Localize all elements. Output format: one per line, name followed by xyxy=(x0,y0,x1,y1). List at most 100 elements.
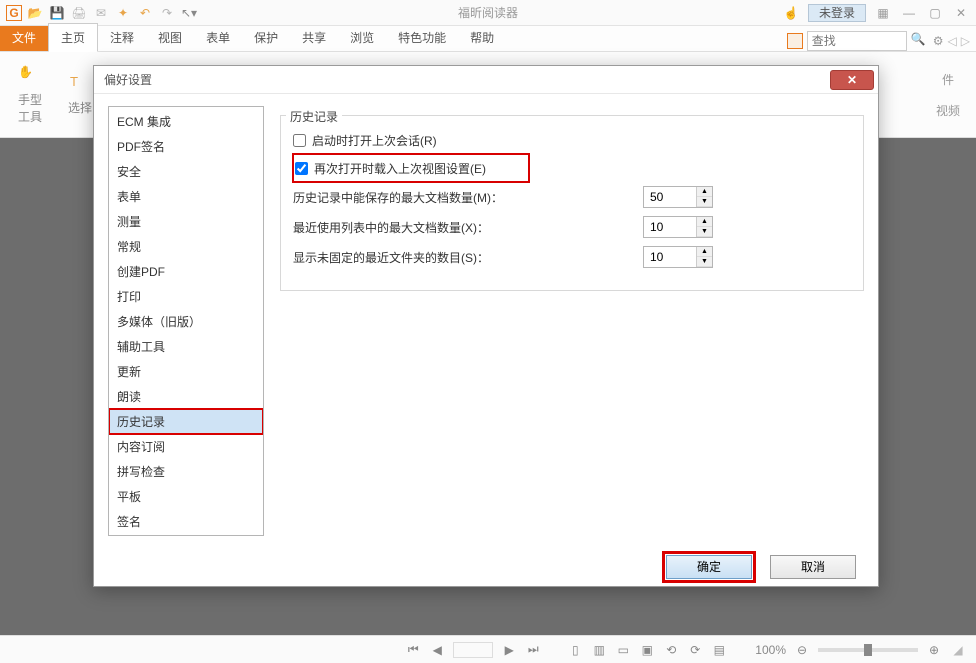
hand-up-icon[interactable]: ☝ xyxy=(782,4,800,22)
tab-view[interactable]: 视图 xyxy=(146,24,194,51)
checkbox-restore-session[interactable] xyxy=(293,134,306,147)
label-max-recent: 最近使用列表中的最大文档数量(X)： xyxy=(293,219,643,236)
category-item[interactable]: 全屏 xyxy=(109,534,263,536)
gear-icon[interactable]: ⚙ xyxy=(933,34,944,48)
category-item[interactable]: ECM 集成 xyxy=(109,109,263,134)
search-input[interactable] xyxy=(807,31,907,51)
dialog-title-text: 偏好设置 xyxy=(104,71,152,88)
layout-cover-icon[interactable]: ▣ xyxy=(639,642,655,658)
select-tool-label: 选择 xyxy=(68,99,92,116)
category-item[interactable]: 表单 xyxy=(109,184,263,209)
chevron-down-icon[interactable]: ▼ xyxy=(697,227,712,237)
value-max-history: 50 xyxy=(644,190,696,204)
category-item[interactable]: 更新 xyxy=(109,359,263,384)
settings-panel: 历史记录 启动时打开上次会话(R) 再次打开时载入上次视图设置(E) 历史记录中… xyxy=(280,106,864,548)
resize-grip-icon[interactable]: ◢ xyxy=(950,642,966,658)
category-item[interactable]: PDF签名 xyxy=(109,134,263,159)
zoom-out-icon[interactable]: ⊖ xyxy=(794,642,810,658)
next-page-icon[interactable]: ▶ xyxy=(501,642,517,658)
tab-share[interactable]: 共享 xyxy=(290,24,338,51)
label-restore-session: 启动时打开上次会话(R) xyxy=(312,132,437,149)
cancel-button[interactable]: 取消 xyxy=(770,555,856,579)
category-item-history[interactable]: 历史记录 xyxy=(109,409,263,434)
hand-tool[interactable]: ✋ 手型 工具 xyxy=(10,65,50,125)
ribbon-tabs: 文件 主页 注释 视图 表单 保护 共享 浏览 特色功能 帮助 🔍 ⚙ ◁ ▷ xyxy=(0,26,976,52)
category-item[interactable]: 常规 xyxy=(109,234,263,259)
chevron-down-icon[interactable]: ▼ xyxy=(697,257,712,267)
spinner-max-folders[interactable]: 10 ▲▼ xyxy=(643,246,713,268)
value-max-folders: 10 xyxy=(644,250,696,264)
tab-help[interactable]: 帮助 xyxy=(458,24,506,51)
login-status[interactable]: 未登录 xyxy=(808,4,866,22)
label-max-history: 历史记录中能保存的最大文档数量(M)： xyxy=(293,189,643,206)
first-page-icon[interactable]: ⏮ xyxy=(405,642,421,658)
text-select-icon: Ｔ xyxy=(68,73,92,97)
minimize-icon[interactable]: — xyxy=(900,4,918,22)
maximize-icon[interactable]: ▢ xyxy=(926,4,944,22)
category-item[interactable]: 平板 xyxy=(109,484,263,509)
category-item[interactable]: 辅助工具 xyxy=(109,334,263,359)
tab-browse[interactable]: 浏览 xyxy=(338,24,386,51)
spinner-max-recent[interactable]: 10 ▲▼ xyxy=(643,216,713,238)
option-restore-session[interactable]: 启动时打开上次会话(R) xyxy=(293,126,851,154)
tab-form[interactable]: 表单 xyxy=(194,24,242,51)
last-page-icon[interactable]: ⏭ xyxy=(525,642,541,658)
preferences-dialog: 偏好设置 ✕ ECM 集成 PDF签名 安全 表单 测量 常规 创建PDF 打印… xyxy=(93,65,879,587)
redo-icon[interactable]: ↷ xyxy=(158,4,176,22)
page-field[interactable] xyxy=(453,642,493,658)
category-item[interactable]: 多媒体（旧版） xyxy=(109,309,263,334)
hand-tool-label: 手型 工具 xyxy=(18,91,42,125)
label-max-folders: 显示未固定的最近文件夹的数目(S)： xyxy=(293,249,643,266)
category-item[interactable]: 安全 xyxy=(109,159,263,184)
category-item[interactable]: 打印 xyxy=(109,284,263,309)
chevron-up-icon[interactable]: ▲ xyxy=(697,247,712,257)
category-item[interactable]: 拼写检查 xyxy=(109,459,263,484)
category-item[interactable]: 测量 xyxy=(109,209,263,234)
dialog-close-button[interactable]: ✕ xyxy=(830,70,874,90)
more-layout-icon[interactable]: ▤ xyxy=(711,642,727,658)
quick-access-toolbar: G 📂 💾 🖨 ✉ ✦ ↶ ↷ ↖▾ 福昕阅读器 ☝ 未登录 ▦ — ▢ ✕ xyxy=(0,0,976,26)
rotate-left-icon[interactable]: ⟲ xyxy=(663,642,679,658)
save-icon[interactable]: 💾 xyxy=(48,4,66,22)
open-icon[interactable]: 📂 xyxy=(26,4,44,22)
layout-continuous-icon[interactable]: ▥ xyxy=(591,642,607,658)
chevron-down-icon[interactable]: ▼ xyxy=(697,197,712,207)
layout-facing-icon[interactable]: ▭ xyxy=(615,642,631,658)
tab-comment[interactable]: 注释 xyxy=(98,24,146,51)
close-icon[interactable]: ✕ xyxy=(952,4,970,22)
pointer-dropdown-icon[interactable]: ↖▾ xyxy=(180,4,198,22)
checkbox-restore-view[interactable] xyxy=(295,162,308,175)
layout-icon[interactable]: ▦ xyxy=(874,4,892,22)
tab-special[interactable]: 特色功能 xyxy=(386,24,458,51)
status-bar: ⏮ ◀ ▶ ⏭ ▯ ▥ ▭ ▣ ⟲ ⟳ ▤ 100% ⊖ ⊕ ◢ xyxy=(0,635,976,663)
new-icon[interactable]: ✦ xyxy=(114,4,132,22)
category-item[interactable]: 内容订阅 xyxy=(109,434,263,459)
option-restore-view[interactable]: 再次打开时载入上次视图设置(E) xyxy=(293,154,529,182)
zoom-slider[interactable] xyxy=(818,648,918,652)
nav-prev-icon[interactable]: ◁ xyxy=(948,34,957,48)
ribbon-trunc-1: 件 xyxy=(942,71,954,88)
search-icon[interactable]: 🔍 xyxy=(911,32,929,50)
prev-page-icon[interactable]: ◀ xyxy=(429,642,445,658)
chevron-up-icon[interactable]: ▲ xyxy=(697,187,712,197)
category-item[interactable]: 朗读 xyxy=(109,384,263,409)
tab-home[interactable]: 主页 xyxy=(48,23,98,52)
section-title: 历史记录 xyxy=(286,108,342,125)
category-item[interactable]: 签名 xyxy=(109,509,263,534)
search-folder-icon[interactable] xyxy=(787,33,803,49)
category-list[interactable]: ECM 集成 PDF签名 安全 表单 测量 常规 创建PDF 打印 多媒体（旧版… xyxy=(108,106,264,536)
nav-next-icon[interactable]: ▷ xyxy=(961,34,970,48)
tab-file[interactable]: 文件 xyxy=(0,24,48,51)
hand-icon: ✋ xyxy=(18,65,42,89)
print-icon[interactable]: 🖨 xyxy=(70,4,88,22)
rotate-right-icon[interactable]: ⟳ xyxy=(687,642,703,658)
mail-icon[interactable]: ✉ xyxy=(92,4,110,22)
category-item[interactable]: 创建PDF xyxy=(109,259,263,284)
spinner-max-history[interactable]: 50 ▲▼ xyxy=(643,186,713,208)
undo-icon[interactable]: ↶ xyxy=(136,4,154,22)
layout-single-icon[interactable]: ▯ xyxy=(567,642,583,658)
chevron-up-icon[interactable]: ▲ xyxy=(697,217,712,227)
ok-button[interactable]: 确定 xyxy=(666,555,752,579)
tab-protect[interactable]: 保护 xyxy=(242,24,290,51)
zoom-in-icon[interactable]: ⊕ xyxy=(926,642,942,658)
